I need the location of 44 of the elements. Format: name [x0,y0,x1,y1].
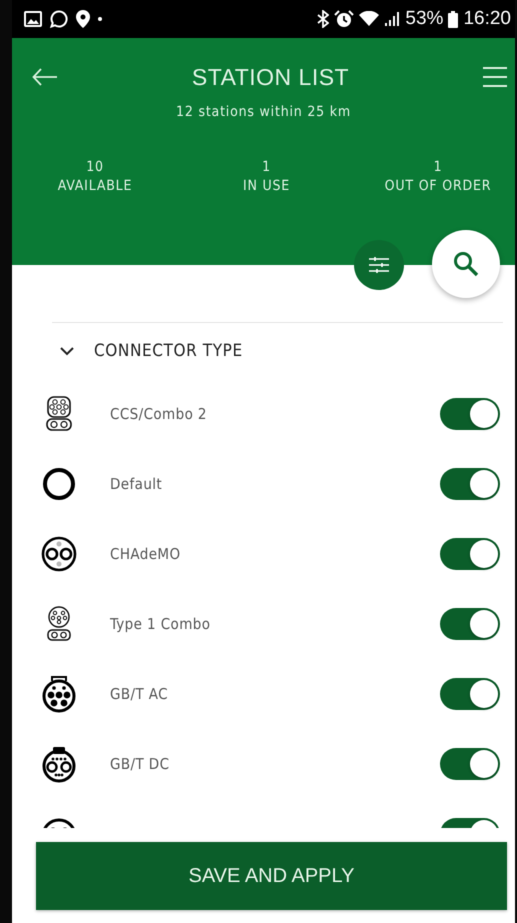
battery-icon [448,10,458,28]
alarm-icon [334,10,354,28]
sliders-icon [368,256,390,274]
stat-label: OUT OF ORDER [384,177,492,196]
chat-icon [50,10,68,28]
connector-name: GB/T AC [110,685,169,703]
filter-button[interactable] [354,240,404,290]
chevron-icon[interactable] [60,346,74,356]
stat-count: 10 [86,158,104,177]
connector-icon [40,465,78,503]
toggle-switch[interactable] [440,748,500,780]
toggle-switch[interactable] [440,678,500,710]
connector-icon [40,535,78,573]
toggle-switch[interactable] [440,398,500,430]
stat-label: AVAILABLE [58,177,132,196]
stat-label: IN USE [242,177,290,196]
connector-icon [40,745,78,783]
screen-title: STATION LIST [192,64,350,90]
connector-name: Type 1 Combo [110,615,212,633]
signal-icon [384,11,400,27]
dot-icon [98,17,102,21]
toggle-switch[interactable] [440,608,500,640]
back-arrow-icon[interactable] [32,68,58,86]
stat-count: 1 [262,158,271,177]
wifi-icon [359,11,380,27]
connector-icon [40,675,78,713]
connector-name: CHAdeMO [110,545,182,563]
battery-percent: 53% [405,8,444,30]
location-pin-icon [76,10,90,28]
clock-time: 16:20 [463,8,511,30]
image-icon [24,11,42,27]
bluetooth-icon [317,10,330,28]
search-icon [453,251,479,277]
connector-name: Default [110,475,164,493]
menu-icon[interactable] [483,66,507,88]
station-count-subtitle: 12 stations within 25 km [175,104,352,120]
connector-name: GB/T DC [110,755,170,773]
toggle-switch[interactable] [440,538,500,570]
section-title[interactable]: CONNECTOR TYPE [94,341,243,361]
search-button[interactable] [432,230,500,298]
stat-count: 1 [434,158,442,177]
toggle-switch[interactable] [440,468,500,500]
connector-name: CCS/Combo 2 [110,405,208,423]
save-and-apply-button[interactable]: SAVE AND APPLY [36,842,507,910]
